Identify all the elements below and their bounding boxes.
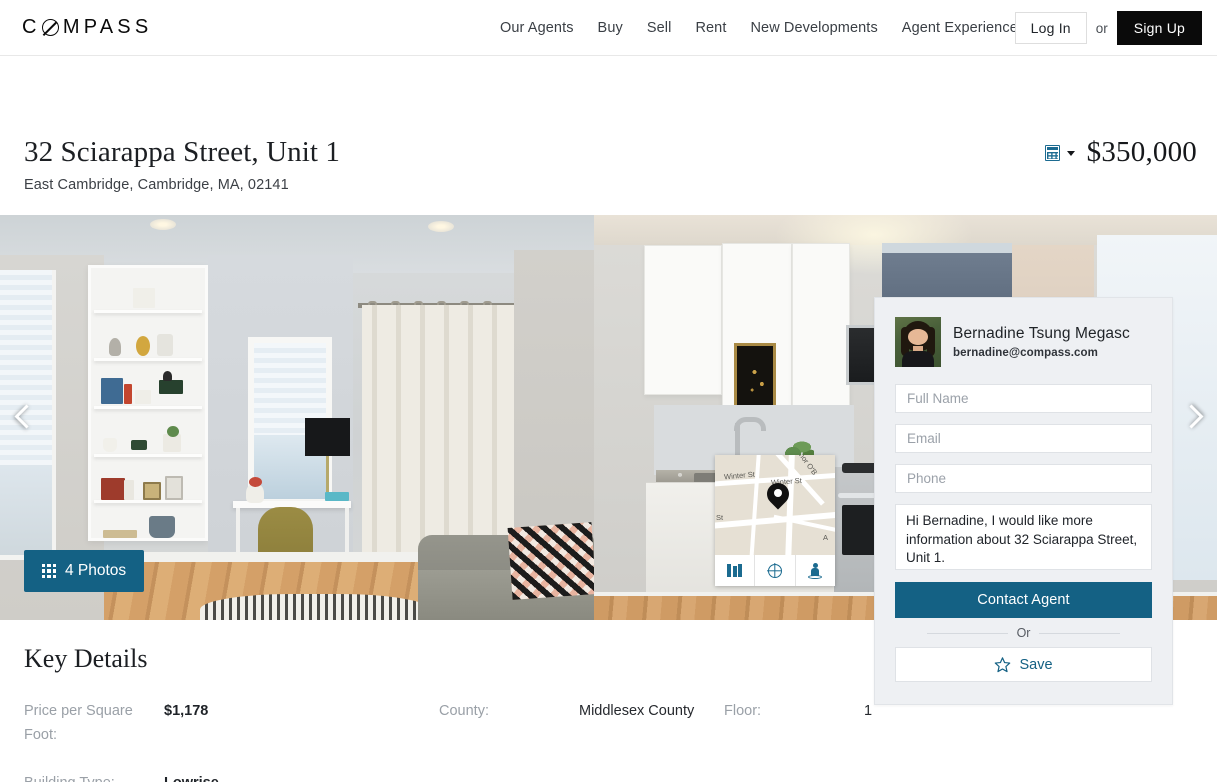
nav-item-rent[interactable]: Rent xyxy=(695,20,726,36)
nav-item-sell[interactable]: Sell xyxy=(647,20,672,36)
map-street-label: A xyxy=(823,533,829,542)
upper-cabinet xyxy=(792,243,850,431)
or-divider: Or xyxy=(895,626,1152,640)
bookshelf xyxy=(88,265,208,541)
agent-email[interactable]: bernadine@compass.com xyxy=(953,347,1130,359)
map-controls xyxy=(715,555,835,586)
curtains xyxy=(362,305,514,558)
map-canvas[interactable]: Winter St Winter St Signor O'B St A xyxy=(715,455,835,555)
street-view-button[interactable] xyxy=(795,555,835,586)
calculator-icon[interactable] xyxy=(1044,144,1060,161)
auth-or-separator: or xyxy=(1095,20,1108,36)
log-in-button[interactable]: Log In xyxy=(1014,12,1087,44)
map-pin-icon xyxy=(767,483,789,513)
key-details-grid: Price per Square Foot: $1,178 County: Mi… xyxy=(24,699,1193,782)
listing-address: East Cambridge, Cambridge, MA, 02141 xyxy=(24,177,289,193)
main-navigation: Our Agents Buy Sell Rent New Development… xyxy=(500,0,1018,56)
save-button[interactable]: Save xyxy=(895,647,1152,682)
listing-price: $350,000 xyxy=(1086,136,1197,168)
detail-label-building-type: Building Type: xyxy=(24,771,164,782)
recessed-light xyxy=(428,221,454,232)
sign-up-button[interactable]: Sign Up xyxy=(1116,11,1202,45)
detail-label-floor: Floor: xyxy=(724,703,762,719)
compass-logo[interactable]: C MPASS xyxy=(22,16,152,39)
satellite-view-button[interactable] xyxy=(755,555,796,586)
agent-name: Bernadine Tsung Megasc xyxy=(953,325,1130,342)
nav-item-our-agents[interactable]: Our Agents xyxy=(500,20,574,36)
price-block: $350,000 xyxy=(1044,136,1197,169)
carousel-prev-arrow-icon[interactable] xyxy=(12,403,40,432)
phone-input[interactable] xyxy=(895,464,1152,493)
grid-icon xyxy=(42,564,56,578)
nav-item-buy[interactable]: Buy xyxy=(598,20,623,36)
throw-pillow xyxy=(507,522,594,600)
detail-value-building-type: Lowrise xyxy=(164,771,439,782)
star-icon xyxy=(995,657,1011,673)
map-view-button[interactable] xyxy=(715,555,756,586)
pegman-icon xyxy=(808,562,823,579)
view-photos-button[interactable]: 4 Photos xyxy=(24,550,145,592)
message-textarea[interactable] xyxy=(895,504,1152,570)
agent-header: Bernadine Tsung Megasc bernadine@compass… xyxy=(895,317,1152,367)
lamp-shade xyxy=(305,418,350,456)
detail-value-price-per-sqft: $1,178 xyxy=(164,703,209,719)
area-rug xyxy=(200,594,430,620)
map-street-label: St xyxy=(716,513,724,522)
site-header: C MPASS Our Agents Buy Sell Rent New Deve… xyxy=(0,0,1217,56)
detail-label-county: County: xyxy=(439,703,489,719)
page-title: 32 Sciarappa Street, Unit 1 xyxy=(24,136,340,168)
logo-letters-rest: MPASS xyxy=(62,16,153,38)
nav-item-agent-experience[interactable]: Agent Experience xyxy=(902,20,1018,36)
avatar xyxy=(895,317,941,367)
email-input[interactable] xyxy=(895,424,1152,453)
carousel-next-arrow-icon[interactable] xyxy=(1177,403,1205,432)
full-name-input[interactable] xyxy=(895,384,1152,413)
globe-icon xyxy=(767,563,782,578)
detail-value-floor: 1 xyxy=(864,703,873,719)
chevron-down-icon[interactable] xyxy=(1066,151,1075,156)
mini-map[interactable]: Winter St Winter St Signor O'B St A xyxy=(715,455,835,586)
agent-info: Bernadine Tsung Megasc bernadine@compass… xyxy=(953,325,1130,359)
contact-agent-card: Bernadine Tsung Megasc bernadine@compass… xyxy=(874,297,1173,705)
contact-agent-button[interactable]: Contact Agent xyxy=(895,582,1152,618)
view-photos-label: 4 Photos xyxy=(65,562,127,579)
detail-value-county: Middlesex County xyxy=(579,703,695,719)
logo-letter-c: C xyxy=(22,16,41,38)
recessed-light xyxy=(150,219,176,230)
listing-header: 32 Sciarappa Street, Unit 1 East Cambrid… xyxy=(0,56,1217,246)
nav-item-new-developments[interactable]: New Developments xyxy=(750,20,877,36)
map-icon xyxy=(727,564,743,577)
upper-cabinet xyxy=(644,245,722,395)
logo-wordmark: C MPASS xyxy=(22,16,152,39)
compass-needle-icon xyxy=(41,19,59,36)
auth-actions: Log In or Sign Up xyxy=(1014,0,1202,56)
or-label: Or xyxy=(1016,626,1031,640)
save-label: Save xyxy=(1019,656,1053,673)
detail-label-price-per-sqft: Price per Square Foot: xyxy=(24,703,133,743)
